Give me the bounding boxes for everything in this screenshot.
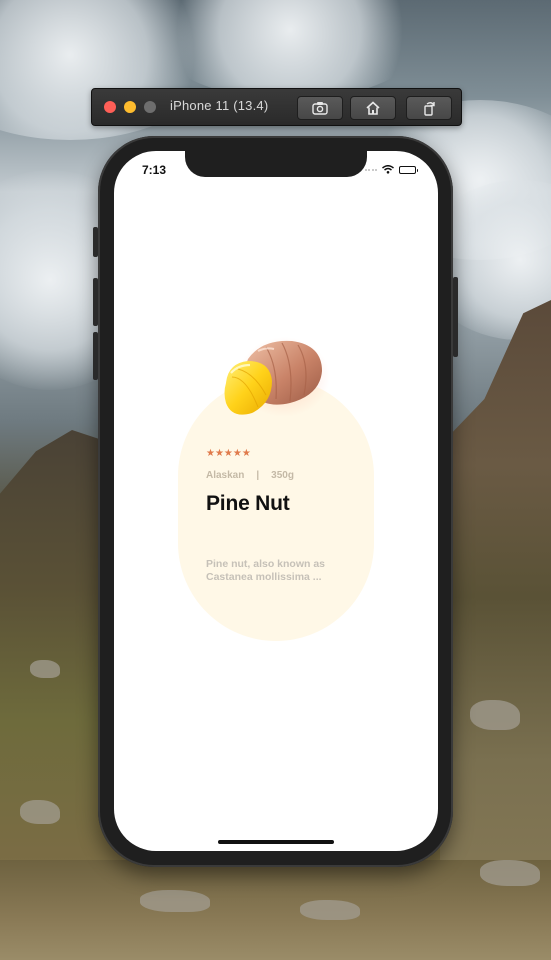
- power-button: [453, 277, 458, 357]
- status-time: 7:13: [142, 163, 167, 177]
- rating-stars: ★★★★★: [206, 448, 251, 459]
- wifi-icon: [382, 165, 394, 174]
- product-description: Pine nut, also known as Castanea molliss…: [206, 558, 326, 583]
- rock: [470, 700, 520, 730]
- rotate-button[interactable]: [406, 96, 452, 120]
- status-icons: [364, 165, 418, 174]
- origin-label: Alaskan: [206, 470, 245, 481]
- rock: [480, 860, 540, 886]
- screenshot-button[interactable]: [297, 96, 343, 120]
- signal-icon: [364, 168, 377, 171]
- battery-icon: [399, 165, 418, 174]
- rock: [30, 660, 60, 678]
- rock: [300, 900, 360, 920]
- screenshot-icon: [312, 102, 328, 115]
- simulator-title: iPhone 11 (13.4): [170, 98, 269, 113]
- volume-down-button: [93, 332, 98, 380]
- home-indicator[interactable]: [218, 840, 334, 844]
- nut-illustration-icon: [224, 337, 330, 417]
- mute-switch: [93, 227, 98, 257]
- close-window-button[interactable]: [104, 101, 116, 113]
- home-button[interactable]: [350, 96, 396, 120]
- maximize-window-button[interactable]: [144, 101, 156, 113]
- rock: [20, 800, 60, 824]
- rock: [140, 890, 210, 912]
- ground: [0, 860, 551, 960]
- product-title: Pine Nut: [206, 492, 290, 515]
- notch: [185, 151, 367, 177]
- volume-up-button: [93, 278, 98, 326]
- rotate-icon: [424, 102, 435, 116]
- minimize-window-button[interactable]: [124, 101, 136, 113]
- phone-screen: 7:13 ★★★★★ Alaskan | 350g Pine Nut Pine …: [114, 151, 438, 851]
- home-icon: [366, 101, 380, 115]
- product-meta: Alaskan | 350g: [206, 470, 294, 481]
- weight-label: 350g: [271, 470, 294, 481]
- meta-separator: |: [256, 470, 260, 481]
- simulator-toolbar: iPhone 11 (13.4): [91, 88, 462, 126]
